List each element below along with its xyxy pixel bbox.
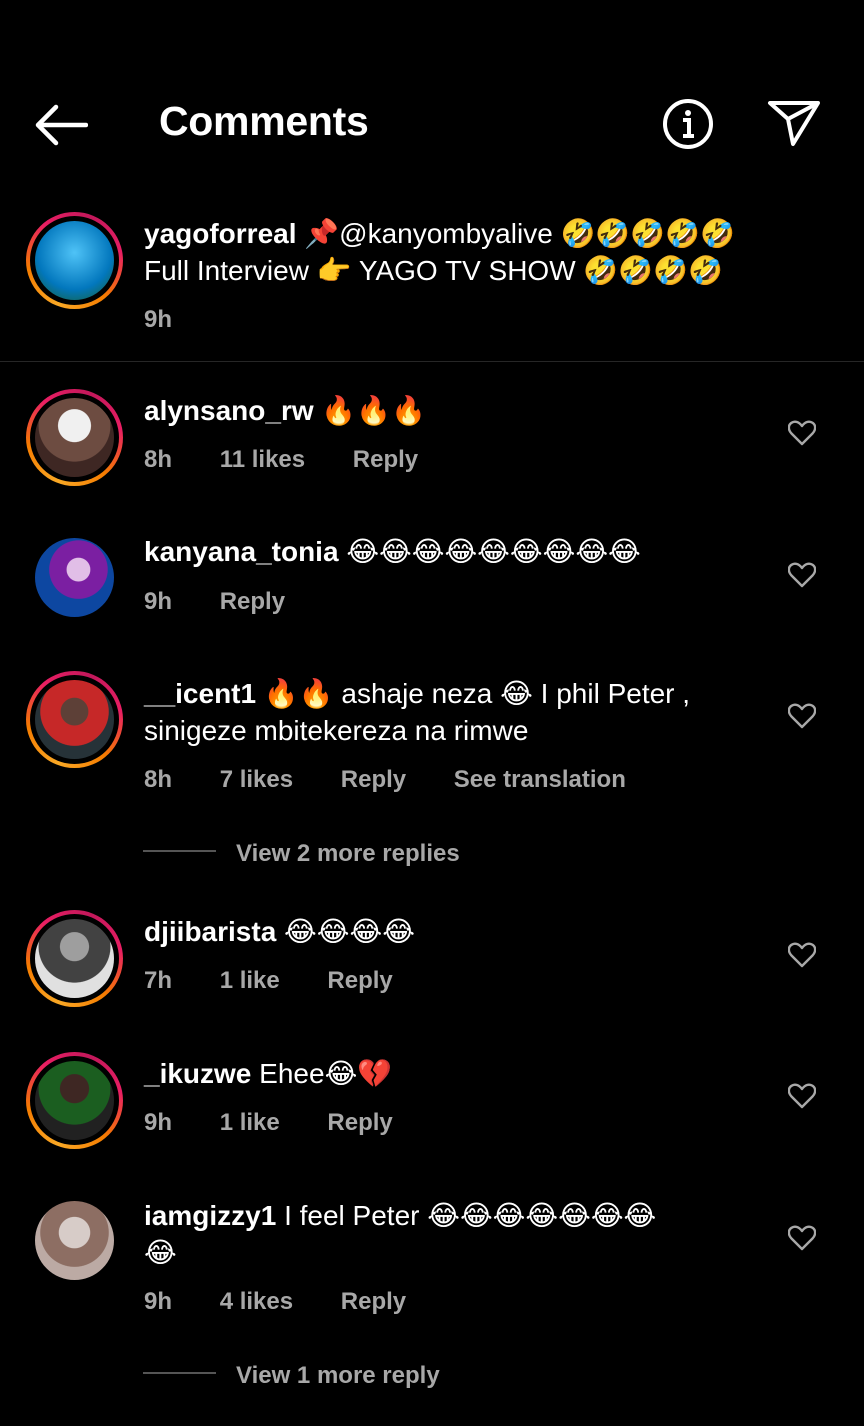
comment-username[interactable]: _ikuzwe	[144, 1058, 251, 1089]
comment-text-line-2: 😂	[144, 1237, 177, 1268]
heart-icon[interactable]	[788, 562, 816, 588]
avatar[interactable]	[26, 910, 123, 1007]
comment-time: 7h	[144, 967, 173, 994]
comment-time: 9h	[144, 1288, 173, 1315]
comment-username[interactable]: kanyana_tonia	[144, 536, 339, 567]
likes-count[interactable]: 7 likes	[220, 766, 293, 793]
divider	[0, 361, 864, 362]
likes-count[interactable]: 1 like	[220, 1109, 280, 1136]
comment-meta: 7h 1 like Reply	[144, 967, 434, 995]
heart-icon[interactable]	[788, 1083, 816, 1109]
comment-line: kanyana_tonia 😂😂😂😂😂😂😂😂😂	[144, 533, 641, 570]
view-more-replies-button[interactable]: View 1 more reply	[236, 1362, 440, 1390]
send-icon[interactable]	[766, 99, 822, 147]
comment-meta: 8h 11 likes Reply	[144, 446, 459, 474]
view-replies-line	[143, 850, 216, 852]
likes-count[interactable]: 1 like	[220, 967, 280, 994]
comment-text: I feel Peter 😂😂😂😂😂😂😂	[284, 1200, 657, 1231]
page-title: Comments	[159, 98, 369, 144]
avatar[interactable]	[26, 1052, 123, 1149]
comment-username[interactable]: alynsano_rw	[144, 395, 314, 426]
comment-meta: 8h 7 likes Reply See translation	[144, 766, 667, 794]
caption-text: 📌@kanyombyalive 🤣🤣🤣🤣🤣	[304, 218, 735, 249]
info-icon[interactable]	[662, 98, 714, 150]
comment-username[interactable]: iamgizzy1	[144, 1200, 276, 1231]
comment-text: 😂😂😂😂	[284, 916, 415, 947]
comment-time: 8h	[144, 446, 173, 473]
comment-username[interactable]: djiibarista	[144, 916, 276, 947]
heart-icon[interactable]	[788, 942, 816, 968]
comment-text-line-2: sinigeze mbitekereza na rimwe	[144, 715, 529, 746]
caption-username[interactable]: yagoforreal	[144, 218, 297, 249]
heart-icon[interactable]	[788, 1225, 816, 1251]
avatar[interactable]	[35, 538, 114, 617]
comment-meta: 9h Reply	[144, 588, 326, 616]
avatar[interactable]	[26, 389, 123, 486]
comment-text: Ehee😂💔	[259, 1058, 393, 1089]
see-translation-button[interactable]: See translation	[454, 766, 626, 793]
view-replies-line	[143, 1372, 216, 1374]
reply-button[interactable]: Reply	[220, 588, 285, 615]
reply-button[interactable]: Reply	[327, 1109, 392, 1136]
comment-line: __icent1 🔥🔥 ashaje neza 😂 I phil Peter ,	[144, 675, 690, 712]
caption-line-1: yagoforreal 📌@kanyombyalive 🤣🤣🤣🤣🤣	[144, 215, 735, 252]
likes-count[interactable]: 11 likes	[220, 446, 305, 473]
comment-time: 8h	[144, 766, 173, 793]
caption-time: 9h	[144, 306, 173, 333]
comment-meta: 9h 4 likes Reply	[144, 1288, 447, 1316]
back-arrow-icon[interactable]	[34, 104, 88, 146]
reply-button[interactable]: Reply	[341, 1288, 406, 1315]
comment-username[interactable]: __icent1	[144, 678, 256, 709]
reply-button[interactable]: Reply	[327, 967, 392, 994]
comment-time: 9h	[144, 1109, 173, 1136]
avatar[interactable]	[35, 1201, 114, 1280]
comment-line: djiibarista 😂😂😂😂	[144, 913, 415, 950]
comment-time: 9h	[144, 588, 173, 615]
comment-text: 😂😂😂😂😂😂😂😂😂	[346, 536, 641, 567]
comment-line: _ikuzwe Ehee😂💔	[144, 1055, 392, 1092]
avatar[interactable]	[26, 212, 123, 309]
comment-text: 🔥🔥🔥	[321, 395, 427, 426]
comment-meta: 9h 1 like Reply	[144, 1109, 434, 1137]
reply-button[interactable]: Reply	[353, 446, 418, 473]
comment-line: alynsano_rw 🔥🔥🔥	[144, 392, 426, 429]
avatar[interactable]	[26, 671, 123, 768]
reply-button[interactable]: Reply	[341, 766, 406, 793]
comment-text: 🔥🔥 ashaje neza 😂 I phil Peter ,	[263, 678, 691, 709]
likes-count[interactable]: 4 likes	[220, 1288, 293, 1315]
heart-icon[interactable]	[788, 703, 816, 729]
view-more-replies-button[interactable]: View 2 more replies	[236, 840, 460, 868]
caption-line-2: Full Interview 👉 YAGO TV SHOW 🤣🤣🤣🤣	[144, 255, 723, 286]
comment-line: iamgizzy1 I feel Peter 😂😂😂😂😂😂😂	[144, 1197, 656, 1234]
heart-icon[interactable]	[788, 420, 816, 446]
